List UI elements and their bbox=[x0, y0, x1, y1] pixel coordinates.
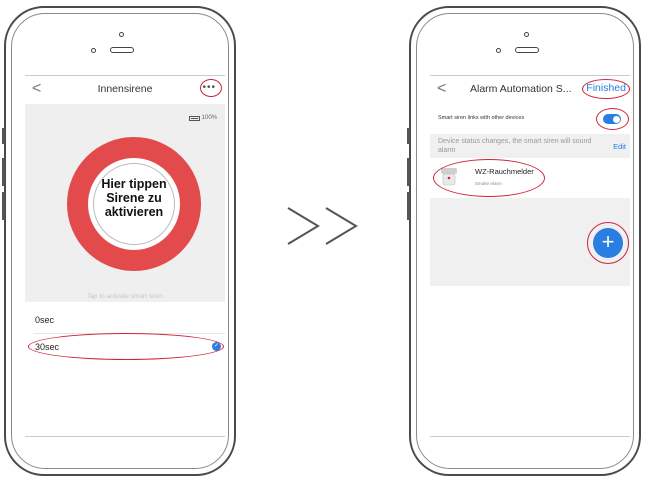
annotation-circle-finished bbox=[582, 79, 630, 99]
annotation-circle-toggle bbox=[596, 108, 629, 130]
camera-dot bbox=[524, 32, 529, 37]
battery-icon bbox=[188, 115, 200, 121]
device-row[interactable]: WZ-Rauchmelder Smoke Alarm bbox=[430, 158, 630, 198]
back-icon[interactable]: < bbox=[437, 80, 446, 98]
page-title: Innensirene bbox=[97, 83, 153, 95]
toggle-row: Smart siren links with other devices bbox=[430, 104, 630, 134]
page-title: Alarm Automation S... bbox=[470, 83, 572, 95]
annotation-circle-device bbox=[433, 159, 545, 197]
annotation-circle-add bbox=[587, 222, 629, 264]
speaker-slot bbox=[515, 47, 539, 53]
front-sensor bbox=[91, 48, 96, 53]
siren-text-line1: Hier tippen bbox=[101, 177, 167, 191]
annotation-circle-30sec bbox=[28, 333, 224, 360]
battery-level: 100% bbox=[201, 115, 217, 121]
side-button bbox=[2, 128, 5, 144]
side-button bbox=[2, 158, 5, 186]
speaker-slot bbox=[110, 47, 134, 53]
screen-left: < Innensirene ••• 100% Hier tippen Siren… bbox=[25, 75, 225, 437]
siren-text-line2: Sirene zu bbox=[106, 191, 162, 205]
side-button bbox=[407, 158, 410, 186]
annotation-circle-more bbox=[200, 79, 222, 97]
side-button bbox=[407, 128, 410, 144]
nav-bar: < Innensirene ••• bbox=[25, 76, 225, 104]
toggle-label: Smart siren links with other devices bbox=[438, 115, 525, 121]
battery-status: 100% bbox=[188, 115, 217, 121]
side-button bbox=[407, 192, 410, 220]
phone-left: < Innensirene ••• 100% Hier tippen Siren… bbox=[2, 6, 236, 476]
content-area: + bbox=[430, 198, 630, 286]
side-button bbox=[2, 192, 5, 220]
siren-text: Hier tippen Sirene zu aktivieren bbox=[67, 137, 201, 271]
siren-text-line3: aktivieren bbox=[104, 205, 164, 219]
edit-link[interactable]: Edit bbox=[613, 142, 626, 151]
separator-arrows bbox=[280, 196, 370, 256]
phone-right: < Alarm Automation S... Finished Smart s… bbox=[407, 6, 641, 476]
tap-hint: Tap to activate smart siren bbox=[87, 293, 163, 300]
siren-panel: 100% Hier tippen Sirene zu aktivieren Ta… bbox=[25, 104, 225, 302]
option-0sec[interactable]: 0sec bbox=[35, 315, 54, 325]
status-text: Device status changes, the smart siren w… bbox=[438, 138, 592, 154]
status-band: Device status changes, the smart siren w… bbox=[430, 134, 630, 158]
screen-right: < Alarm Automation S... Finished Smart s… bbox=[430, 75, 630, 437]
nav-bar: < Alarm Automation S... Finished bbox=[430, 76, 630, 104]
camera-dot bbox=[119, 32, 124, 37]
double-chevron-icon bbox=[287, 207, 358, 245]
front-sensor bbox=[496, 48, 501, 53]
